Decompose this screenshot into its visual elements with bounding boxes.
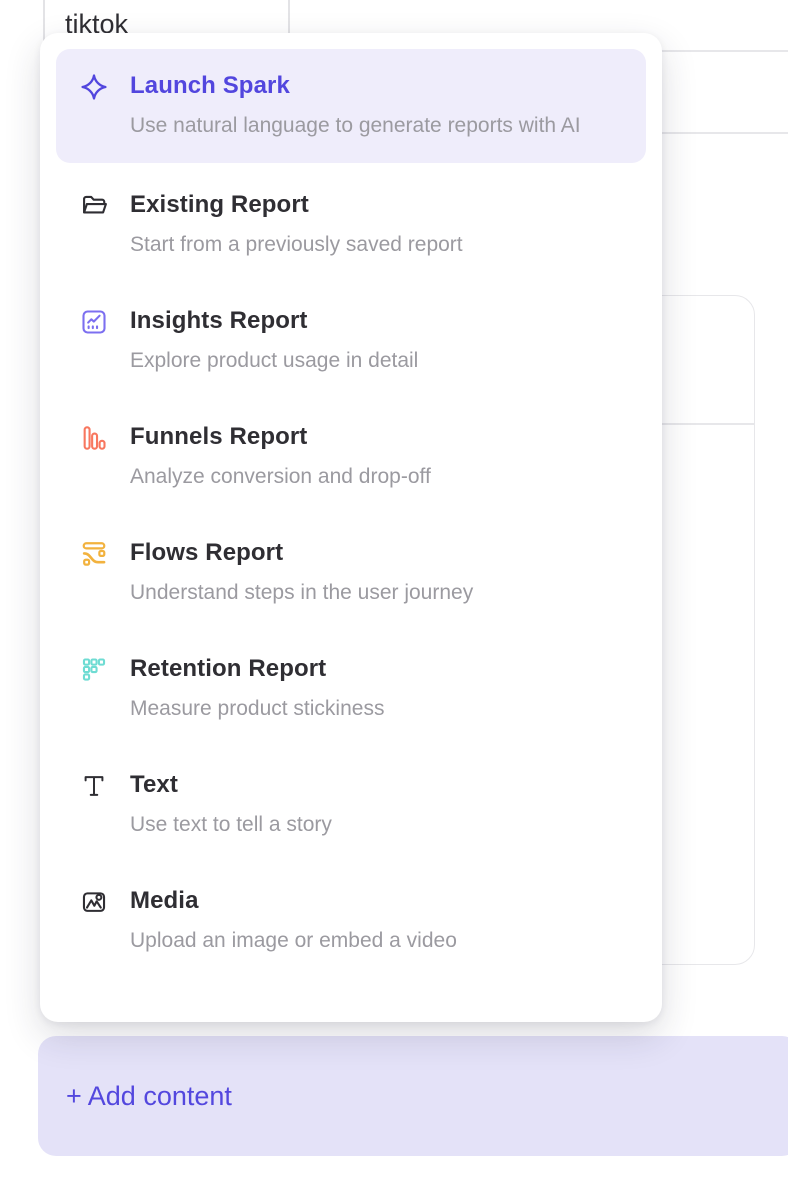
menu-item-title: Media [130, 886, 622, 916]
insights-chart-icon [80, 308, 108, 336]
menu-item-description: Use natural language to generate reports… [130, 111, 618, 141]
menu-item-funnels-report[interactable]: Funnels Report Analyze conversion and dr… [56, 403, 646, 511]
menu-item-title: Launch Spark [130, 71, 622, 101]
media-icon [80, 888, 108, 916]
text-icon [80, 772, 108, 800]
menu-item-title: Flows Report [130, 538, 622, 568]
menu-item-title: Insights Report [130, 306, 622, 336]
add-content-label: + Add content [66, 1081, 232, 1112]
retention-grid-icon [80, 656, 108, 684]
menu-item-description: Use text to tell a story [130, 810, 618, 840]
menu-item-description: Understand steps in the user journey [130, 578, 618, 608]
menu-item-title: Existing Report [130, 190, 622, 220]
add-content-button[interactable]: + Add content [38, 1036, 788, 1156]
menu-item-media[interactable]: Media Upload an image or embed a video [56, 867, 646, 975]
open-folder-icon [80, 192, 108, 220]
menu-item-flows-report[interactable]: Flows Report Understand steps in the use… [56, 519, 646, 627]
menu-item-text[interactable]: Text Use text to tell a story [56, 751, 646, 859]
background-grid-line [648, 50, 788, 52]
menu-item-retention-report[interactable]: Retention Report Measure product stickin… [56, 635, 646, 743]
menu-item-existing-report[interactable]: Existing Report Start from a previously … [56, 171, 646, 279]
menu-item-description: Measure product stickiness [130, 694, 618, 724]
add-content-menu: Launch Spark Use natural language to gen… [40, 33, 662, 1022]
menu-item-description: Analyze conversion and drop-off [130, 462, 618, 492]
funnel-bars-icon [80, 424, 108, 452]
menu-item-title: Funnels Report [130, 422, 622, 452]
flows-icon [80, 540, 108, 568]
menu-item-insights-report[interactable]: Insights Report Explore product usage in… [56, 287, 646, 395]
spark-icon [80, 73, 108, 101]
menu-item-description: Upload an image or embed a video [130, 926, 618, 956]
menu-item-description: Explore product usage in detail [130, 346, 618, 376]
menu-item-description: Start from a previously saved report [130, 230, 618, 260]
menu-item-title: Retention Report [130, 654, 622, 684]
menu-item-launch-spark[interactable]: Launch Spark Use natural language to gen… [56, 49, 646, 163]
menu-item-title: Text [130, 770, 622, 800]
background-grid-line [648, 132, 788, 134]
